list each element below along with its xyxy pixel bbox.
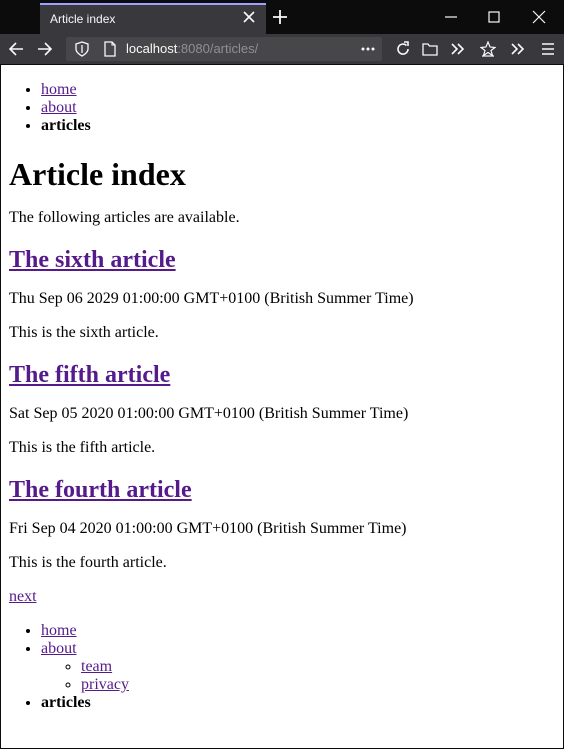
- article-summary: This is the fifth article.: [9, 439, 156, 456]
- maximize-icon[interactable]: [487, 10, 501, 24]
- about-subnav: team privacy: [41, 658, 563, 694]
- nav-item-articles: articles: [41, 117, 563, 135]
- nav-link-about[interactable]: about: [41, 99, 77, 116]
- article-heading: The sixth article: [9, 246, 563, 274]
- forward-arrow-icon[interactable]: [37, 41, 53, 57]
- new-tab-icon[interactable]: [272, 9, 288, 25]
- overflow-chevron-icon[interactable]: [450, 41, 466, 57]
- url-host: localhost: [126, 41, 178, 56]
- minimize-icon[interactable]: [444, 10, 458, 24]
- subnav-item-team: team: [81, 658, 563, 676]
- folder-icon[interactable]: [422, 41, 438, 57]
- bookmark-star-icon[interactable]: [480, 41, 496, 57]
- tracking-shield-icon[interactable]: [74, 41, 90, 57]
- browser-window: Article index localhost:8080/articles/ •…: [0, 0, 564, 749]
- reload-icon[interactable]: [395, 41, 411, 57]
- nav-current-articles: articles: [41, 694, 91, 711]
- close-tab-icon[interactable]: [242, 10, 256, 24]
- bottom-nav: home about team privacy articles: [1, 622, 563, 712]
- article-date: Fri Sep 04 2020 01:00:00 GMT+0100 (Briti…: [9, 520, 407, 537]
- page-title: Article index: [9, 156, 186, 192]
- article-date: Thu Sep 06 2029 01:00:00 GMT+0100 (Briti…: [9, 290, 414, 307]
- article-heading: The fourth article: [9, 476, 563, 504]
- nav-link-about[interactable]: about: [41, 640, 77, 657]
- extensions-chevron-icon[interactable]: [510, 41, 526, 57]
- article-summary: This is the sixth article.: [9, 324, 159, 341]
- nav-item-about: about: [41, 99, 563, 117]
- article-summary: This is the fourth article.: [9, 554, 167, 571]
- article-title-link[interactable]: The sixth article: [9, 247, 176, 273]
- page-info-icon[interactable]: [102, 41, 118, 57]
- subnav-item-privacy: privacy: [81, 676, 563, 694]
- title-bar: Article index: [0, 0, 564, 34]
- page-intro: The following articles are available.: [9, 209, 240, 226]
- url-text: localhost:8080/articles/: [126, 41, 258, 56]
- article-title-link[interactable]: The fifth article: [9, 362, 170, 388]
- article-heading: The fifth article: [9, 361, 563, 389]
- back-arrow-icon[interactable]: [8, 41, 24, 57]
- article-date: Sat Sep 05 2020 01:00:00 GMT+0100 (Briti…: [9, 405, 409, 422]
- browser-tab-active[interactable]: Article index: [40, 3, 266, 34]
- url-path: :8080/articles/: [177, 41, 259, 56]
- close-window-icon[interactable]: [532, 10, 546, 24]
- tab-title: Article index: [50, 12, 116, 26]
- hamburger-menu-icon[interactable]: [540, 41, 556, 57]
- nav-toolbar: localhost:8080/articles/: [0, 34, 564, 64]
- article-title-link[interactable]: The fourth article: [9, 477, 192, 503]
- nav-link-home[interactable]: home: [41, 622, 77, 639]
- nav-item-articles: articles: [41, 694, 563, 712]
- nav-item-home: home: [41, 81, 563, 99]
- pagination: next: [9, 588, 563, 606]
- nav-link-home[interactable]: home: [41, 81, 77, 98]
- page-content: home about articles Article index The fo…: [1, 65, 563, 748]
- subnav-link-team[interactable]: team: [81, 658, 112, 675]
- page-actions-icon[interactable]: [360, 41, 376, 57]
- top-nav: home about articles: [1, 81, 563, 135]
- nav-item-home: home: [41, 622, 563, 640]
- address-bar[interactable]: localhost:8080/articles/: [66, 37, 382, 61]
- subnav-link-privacy[interactable]: privacy: [81, 676, 129, 693]
- nav-item-about: about team privacy: [41, 640, 563, 694]
- next-page-link[interactable]: next: [9, 588, 37, 606]
- nav-current-articles: articles: [41, 117, 91, 134]
